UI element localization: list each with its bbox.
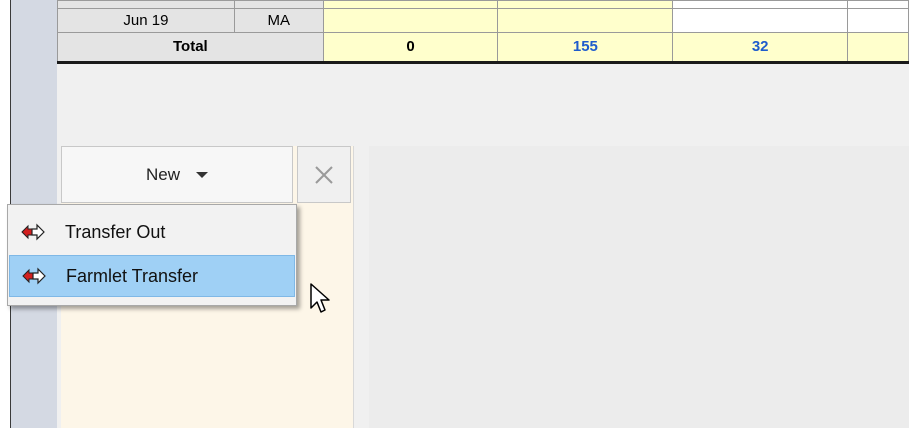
total-value: 32 (672, 32, 849, 64)
value-cell[interactable] (322, 8, 499, 33)
value-cell[interactable] (672, 8, 849, 33)
table-row: Jun 19 MA (57, 8, 909, 33)
total-value: 155 (497, 32, 674, 64)
menu-item-transfer-out[interactable]: Transfer Out (9, 211, 295, 253)
menu-item-label: Transfer Out (65, 221, 166, 242)
value-cell[interactable] (497, 8, 674, 33)
value-cell[interactable] (847, 8, 909, 33)
data-grid: Jun 19 MA Total 0 155 32 (57, 0, 909, 64)
mouse-pointer-icon (310, 283, 330, 313)
menu-item-farmlet-transfer[interactable]: Farmlet Transfer (9, 255, 295, 297)
new-button-label: New (145, 164, 180, 184)
total-row: Total 0 155 32 (57, 32, 909, 64)
total-label: Total (57, 32, 324, 64)
delete-button[interactable] (297, 146, 351, 203)
new-dropdown-menu: Transfer Out Farmlet Transfer (7, 204, 297, 306)
row-code-cell: MA (233, 8, 324, 33)
total-value: 0 (322, 32, 499, 64)
total-value (847, 32, 909, 64)
table-row (57, 0, 909, 9)
menu-item-label: Farmlet Transfer (66, 265, 199, 286)
transfer-arrow-icon (22, 267, 46, 285)
transfer-arrow-icon (21, 223, 45, 241)
row-date-cell: Jun 19 (57, 8, 235, 33)
content-panel (369, 146, 909, 428)
close-x-icon (315, 165, 333, 184)
new-dropdown-button[interactable]: New (61, 146, 293, 203)
chevron-down-icon (196, 171, 208, 178)
